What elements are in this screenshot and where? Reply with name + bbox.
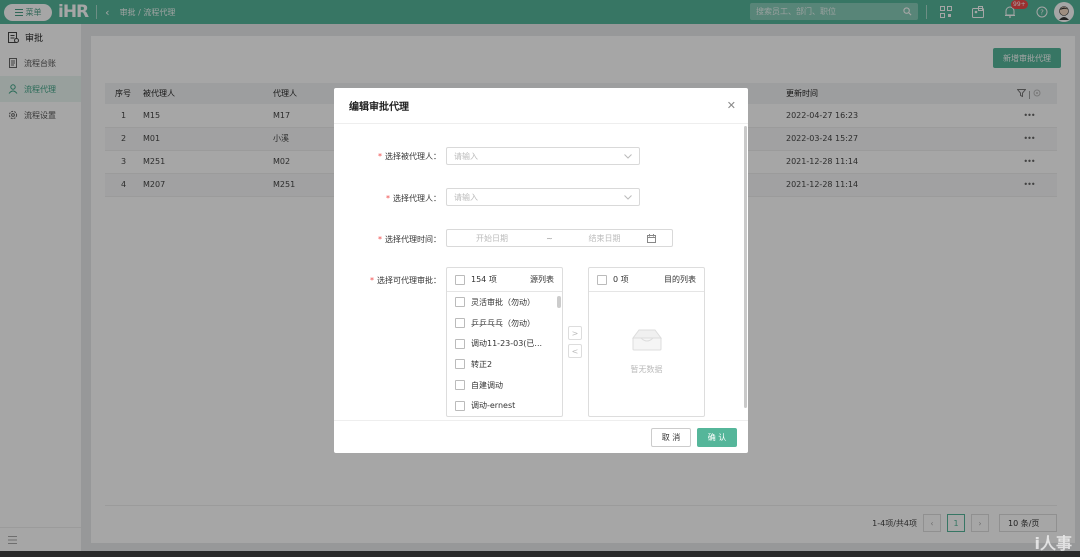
principal-label: * 选择被代理人： xyxy=(378,152,441,161)
time-label: * 选择代理时间： xyxy=(378,235,441,244)
confirm-button[interactable]: 确 认 xyxy=(697,428,737,447)
dialog-footer: 取 消 确 认 xyxy=(334,420,748,453)
agent-select[interactable]: 请输入 xyxy=(446,188,640,206)
source-list-header: 154 项 源列表 xyxy=(447,268,562,292)
list-item[interactable]: 调动11-23-03(已... xyxy=(447,333,562,354)
transfer-target-list: 0 项 目的列表 暂无数据 xyxy=(588,267,705,417)
principal-placeholder: 请输入 xyxy=(454,151,478,161)
bottom-strip xyxy=(0,551,1080,557)
chevron-down-icon xyxy=(624,194,632,200)
target-title: 目的列表 xyxy=(664,275,696,284)
close-icon[interactable]: ✕ xyxy=(727,99,736,112)
range-separator: ~ xyxy=(546,233,553,243)
watermark: i人事 xyxy=(1034,534,1073,553)
transfer-source-list: 154 项 源列表 灵活审批（勿动） 乒乒乓乓（勿动） 调动11-23-03(已… xyxy=(446,267,563,417)
target-list-header: 0 项 目的列表 xyxy=(589,268,704,292)
source-title: 源列表 xyxy=(530,275,554,284)
empty-box-icon xyxy=(629,328,665,355)
agent-placeholder: 请输入 xyxy=(454,192,478,202)
source-count: 154 项 xyxy=(471,275,497,284)
move-right-button[interactable]: > xyxy=(568,326,582,340)
approvals-label: * 选择可代理审批： xyxy=(370,276,441,285)
select-all-target-checkbox[interactable] xyxy=(597,274,607,285)
dialog-scrollbar[interactable] xyxy=(744,126,747,408)
dialog-title: 编辑审批代理 xyxy=(334,88,748,124)
list-item[interactable]: 乒乒乓乓（勿动） xyxy=(447,313,562,334)
end-date-input[interactable]: 结束日期 xyxy=(562,233,647,244)
item-checkbox[interactable] xyxy=(455,380,465,391)
list-item[interactable]: 转正2 xyxy=(447,354,562,375)
calendar-icon xyxy=(647,233,656,243)
item-checkbox[interactable] xyxy=(455,297,465,308)
list-item[interactable]: 灵活审批（勿动） xyxy=(447,292,562,313)
principal-select[interactable]: 请输入 xyxy=(446,147,640,165)
item-checkbox[interactable] xyxy=(455,338,465,349)
empty-text: 暂无数据 xyxy=(630,365,663,374)
date-range-picker[interactable]: 开始日期 ~ 结束日期 xyxy=(446,229,673,247)
start-date-input[interactable]: 开始日期 xyxy=(447,233,537,244)
list-item[interactable]: 调动-ernest xyxy=(447,395,562,416)
item-checkbox[interactable] xyxy=(455,318,465,329)
chevron-down-icon xyxy=(624,153,632,159)
agent-label: * 选择代理人： xyxy=(386,194,441,203)
cancel-button[interactable]: 取 消 xyxy=(651,428,691,447)
list-item[interactable]: 自建调动 xyxy=(447,375,562,396)
edit-delegation-dialog: 编辑审批代理 ✕ * 选择被代理人： 请输入 * 选择代理人： 请输入 * 选择代理时… xyxy=(334,88,748,453)
select-all-source-checkbox[interactable] xyxy=(455,274,465,285)
target-count: 0 项 xyxy=(613,275,629,284)
item-checkbox[interactable] xyxy=(455,359,465,370)
item-checkbox[interactable] xyxy=(455,400,465,411)
move-left-button[interactable]: < xyxy=(568,344,582,358)
source-scrollbar[interactable] xyxy=(557,296,561,308)
